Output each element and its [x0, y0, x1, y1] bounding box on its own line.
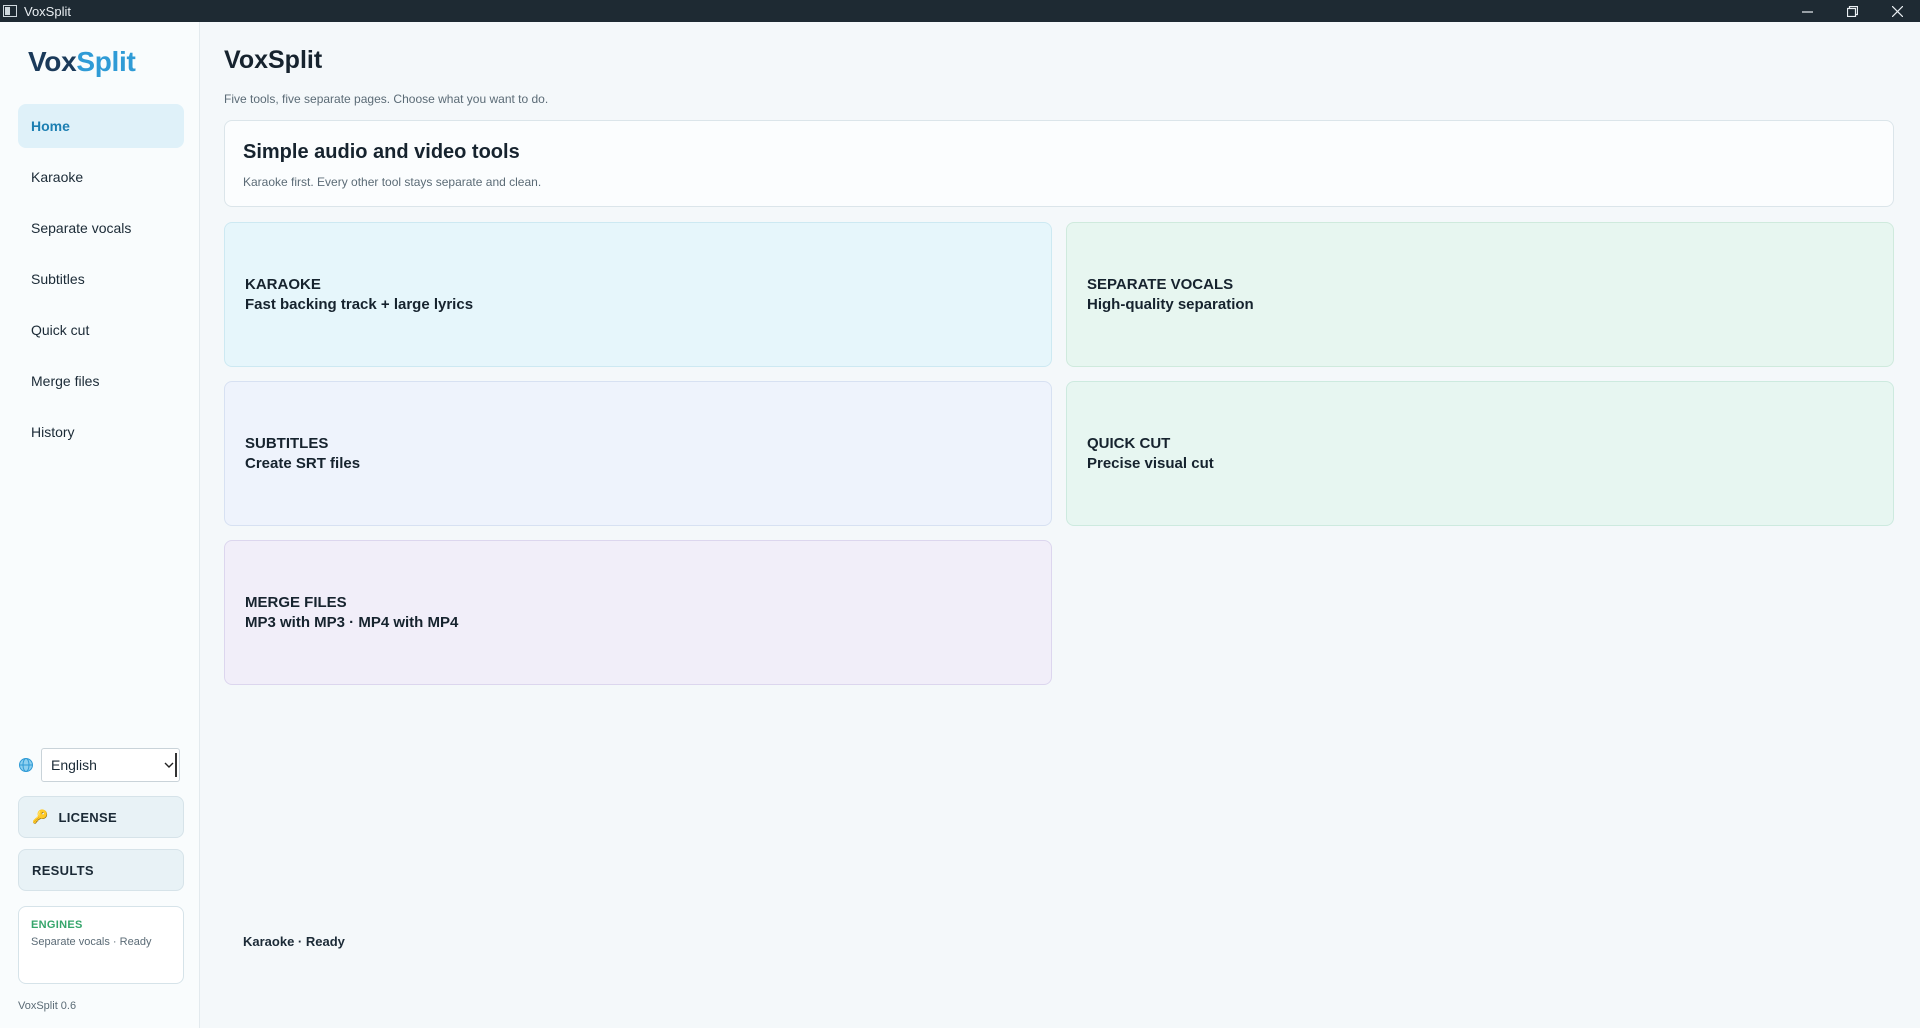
close-button[interactable] [1875, 0, 1920, 22]
hero-subtitle: Karaoke first. Every other tool stays se… [243, 175, 542, 189]
tile-description: Fast backing track + large lyrics [245, 296, 474, 313]
language-select[interactable]: English [41, 748, 180, 782]
engines-label: ENGINES [31, 919, 83, 931]
window-controls [1785, 0, 1920, 22]
key-icon: 🔑 [32, 809, 49, 824]
results-button[interactable]: RESULTS [18, 849, 184, 891]
sidebar-item-history[interactable]: History [18, 410, 184, 454]
hero-card: Simple audio and video tools Karaoke fir… [224, 120, 1894, 207]
hero-title: Simple audio and video tools [243, 141, 520, 163]
sidebar-item-subtitles[interactable]: Subtitles [18, 257, 184, 301]
close-icon [1892, 5, 1903, 17]
tile-subtitles[interactable]: SUBTITLES Create SRT files [224, 381, 1052, 526]
restore-button[interactable] [1830, 0, 1875, 22]
sidebar-item-karaoke[interactable]: Karaoke [18, 155, 184, 199]
page-title: VoxSplit [224, 46, 323, 74]
engines-karaoke-status: Karaoke · Ready [243, 934, 345, 949]
engines-vocals-status: Separate vocals · Ready [31, 936, 152, 948]
tile-quick-cut[interactable]: QUICK CUT Precise visual cut [1066, 381, 1894, 526]
app-icon [3, 5, 17, 17]
sidebar-item-separate-vocals[interactable]: Separate vocals [18, 206, 184, 250]
license-button[interactable]: 🔑 LICENSE [18, 796, 184, 838]
sidebar: VoxSplit Home Karaoke Separate vocals Su… [0, 22, 345, 1028]
tile-title: SEPARATE VOCALS [1087, 276, 1234, 293]
tile-karaoke[interactable]: KARAOKE Fast backing track + large lyric… [224, 222, 1052, 367]
brand-logo: VoxSplit [28, 46, 136, 77]
chevron-down-icon [163, 753, 177, 777]
language-row: English [18, 748, 184, 782]
title-bar: VoxSplit [0, 0, 1920, 22]
tile-title: KARAOKE [245, 276, 321, 293]
tile-description: High-quality separation [1087, 296, 1254, 313]
tile-title: SUBTITLES [245, 435, 329, 452]
globe-icon [19, 758, 33, 772]
version-label: VoxSplit 0.6 [18, 1000, 77, 1012]
tile-title: MERGE FILES [245, 594, 347, 611]
sidebar-item-home[interactable]: Home [18, 104, 184, 148]
sidebar-nav: Home Karaoke Separate vocals Subtitles Q… [18, 104, 184, 461]
tile-separate-vocals[interactable]: SEPARATE VOCALS High-quality separation [1066, 222, 1894, 367]
tile-merge-files[interactable]: MERGE FILES MP3 with MP3 · MP4 with MP4 [224, 540, 1052, 685]
sidebar-item-quick-cut[interactable]: Quick cut [18, 308, 184, 352]
minimize-icon [1802, 10, 1813, 13]
engines-status-card: ENGINES Karaoke · Ready Separate vocals … [18, 906, 345, 984]
window-title: VoxSplit [24, 3, 71, 19]
sidebar-item-merge-files[interactable]: Merge files [18, 359, 184, 403]
tile-description: Precise visual cut [1087, 455, 1214, 472]
page-subtitle: Five tools, five separate pages. Choose … [224, 92, 549, 106]
tile-description: Create SRT files [245, 455, 361, 472]
minimize-button[interactable] [1785, 0, 1830, 22]
restore-icon [1847, 5, 1858, 17]
tile-title: QUICK CUT [1087, 435, 1171, 452]
tile-description: MP3 with MP3 · MP4 with MP4 [245, 614, 459, 631]
